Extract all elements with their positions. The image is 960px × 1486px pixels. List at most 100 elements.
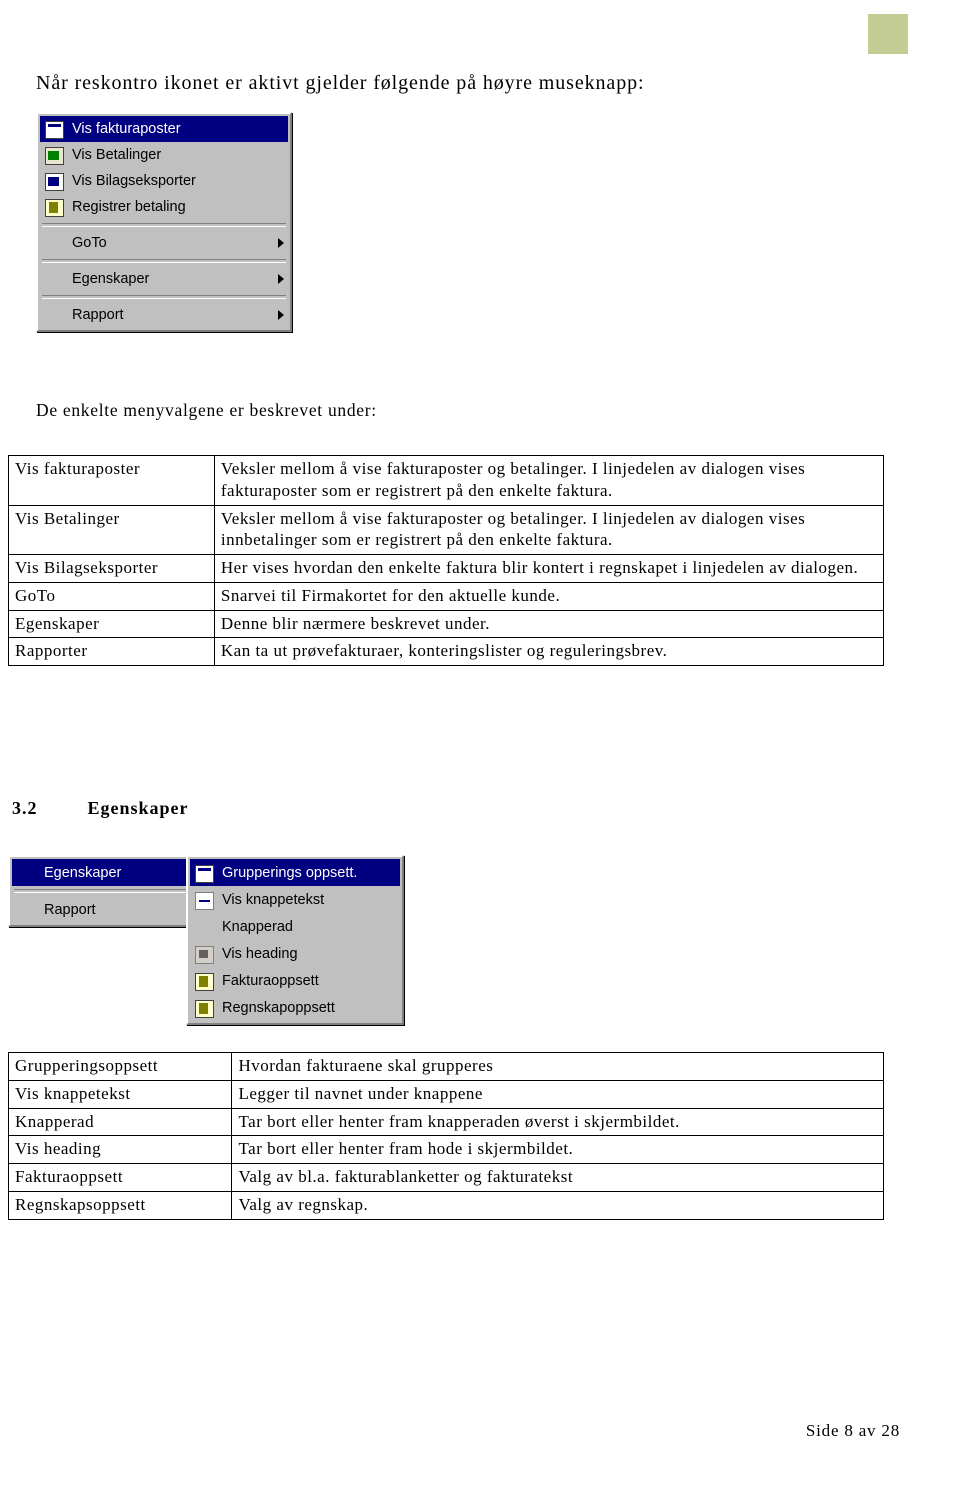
submenu-item-grupperings-oppsett[interactable]: Grupperings oppsett. [190,859,400,886]
section-heading: 3.2 Egenskaper [12,798,189,819]
menu-item-label: Rapport [44,901,96,918]
gear-icon [194,999,214,1018]
submenu-item-regnskapoppsett[interactable]: Regnskapoppsett [190,994,400,1021]
term-cell: Egenskaper [8,609,215,639]
description-cell: Veksler mellom å vise fakturaposter og b… [213,504,885,555]
menu-item-label: Vis knappetekst [222,891,325,908]
term-cell: Vis fakturaposter [8,455,215,506]
description-cell: Tar bort eller henter fram hode i skjerm… [231,1135,884,1164]
none-icon [194,918,214,936]
description-cell: Valg av bl.a. fakturablanketter og faktu… [231,1163,884,1192]
menu-separator [42,223,286,227]
menu-item-label: Vis Bilagseksporter [72,173,196,189]
description-cell: Valg av regnskap. [231,1190,884,1220]
menu-description-table: Vis fakturaposter Veksler mellom å vise … [8,455,885,666]
submenu-item-vis-heading[interactable]: Vis heading [190,940,400,967]
description-cell: Legger til navnet under knappene [231,1079,884,1109]
egenskaper-menu[interactable]: Egenskaper Rapport [8,855,202,927]
description-cell: Hvordan fakturaene skal grupperes [231,1052,884,1081]
table-row: Vis fakturaposter Veksler mellom å vise … [8,455,885,506]
description-cell: Kan ta ut prøvefakturaer, konteringslist… [213,637,885,666]
payment-green-icon [44,146,64,165]
description-cell: Denne blir nærmere beskrevet under. [213,609,885,639]
menu-item-label: Egenskaper [44,864,122,881]
table-row: Fakturaoppsett Valg av bl.a. fakturablan… [7,1163,884,1192]
table-row: Vis Betalinger Veksler mellom å vise fak… [8,504,885,555]
section-number: 3.2 [12,798,38,818]
menu-item-egenskaper[interactable]: Egenskaper [12,859,198,886]
gear-icon [194,972,214,991]
description-cell: Her vises hvordan den enkelte faktura bl… [213,554,885,583]
invoice-sheet-icon [44,120,64,139]
menu-item-rapport[interactable]: Rapport [12,896,198,923]
menu-separator [42,295,286,299]
page-footer: Side 8 av 28 [805,1421,900,1440]
chevron-right-icon [278,238,284,248]
table-row: Grupperingsoppsett Hvordan fakturaene sk… [7,1052,884,1081]
menu-item-label: Rapport [72,307,124,323]
term-cell: Vis heading [7,1135,233,1164]
term-cell: GoTo [8,581,215,611]
intro-paragraph: Når reskontro ikonet er aktivt gjelder f… [36,72,645,94]
menu-separator [14,889,196,893]
menu-item-label: Vis fakturaposter [72,121,181,137]
none-icon [16,864,36,882]
menu-item-goto[interactable]: GoTo [40,230,288,256]
menu-item-label: Vis Betalinger [72,147,162,163]
menu-item-registrer-betaling[interactable]: Registrer betaling [40,194,288,220]
chevron-right-icon [278,274,284,284]
menu-item-label: Knapperad [222,918,293,935]
term-cell: Vis knappetekst [7,1079,233,1109]
table-row: Vis heading Tar bort eller henter fram h… [7,1135,884,1164]
menu-item-label: Vis heading [222,945,298,962]
heading-icon [194,945,214,964]
term-cell: Vis Bilagseksporter [8,554,215,583]
menu-item-label: Fakturaoppsett [222,972,319,989]
term-cell: Grupperingsoppsett [7,1052,233,1081]
submenu-item-fakturaoppsett[interactable]: Fakturaoppsett [190,967,400,994]
table-row: Egenskaper Denne blir nærmere beskrevet … [8,609,885,639]
term-cell: Fakturaoppsett [7,1163,233,1192]
none-icon [16,901,36,919]
term-cell: Vis Betalinger [8,504,215,555]
subtitle-paragraph: De enkelte menyvalgene er beskrevet unde… [36,400,377,420]
egenskaper-submenu[interactable]: Grupperings oppsett. Vis knappetekst Kna… [186,855,404,1025]
context-menu[interactable]: Vis fakturaposter Vis Betalinger Vis Bil… [36,112,292,332]
term-cell: Regnskapsoppsett [7,1190,233,1220]
menu-item-label: Regnskapoppsett [222,999,335,1016]
egenskaper-description-table: Grupperingsoppsett Hvordan fakturaene sk… [7,1052,884,1220]
voucher-blue-icon [44,172,64,191]
none-icon [44,306,64,324]
submenu-item-knapperad[interactable]: Knapperad [190,913,400,940]
menu-item-egenskaper[interactable]: Egenskaper [40,266,288,292]
menu-item-label: GoTo [72,235,107,251]
menu-separator [42,259,286,263]
dash-icon [194,891,214,910]
register-money-icon [44,198,64,217]
table-row: Rapporter Kan ta ut prøvefakturaer, kont… [8,637,885,666]
none-icon [44,234,64,252]
term-cell: Rapporter [8,637,215,666]
none-icon [44,270,64,288]
menu-item-vis-fakturaposter[interactable]: Vis fakturaposter [40,116,288,142]
submenu-item-vis-knappetekst[interactable]: Vis knappetekst [190,886,400,913]
menu-item-label: Registrer betaling [72,199,186,215]
description-cell: Veksler mellom å vise fakturaposter og b… [213,455,885,506]
menu-item-vis-betalinger[interactable]: Vis Betalinger [40,142,288,168]
chevron-right-icon [278,310,284,320]
menu-item-label: Grupperings oppsett. [222,864,358,881]
section-title: Egenskaper [87,798,189,818]
menu-item-vis-bilagseksporter[interactable]: Vis Bilagseksporter [40,168,288,194]
menu-item-label: Egenskaper [72,271,150,287]
description-cell: Snarvei til Firmakortet for den aktuelle… [213,581,885,611]
table-row: GoTo Snarvei til Firmakortet for den akt… [8,581,885,611]
table-row: Vis Bilagseksporter Her vises hvordan de… [8,554,885,583]
table-row: Vis knappetekst Legger til navnet under … [7,1079,884,1109]
description-cell: Tar bort eller henter fram knapperaden ø… [231,1107,884,1137]
settings-sheet-icon [194,864,214,883]
decorative-corner-square [868,14,908,54]
table-row: Regnskapsoppsett Valg av regnskap. [7,1190,884,1220]
term-cell: Knapperad [7,1107,233,1137]
document-page: Når reskontro ikonet er aktivt gjelder f… [0,0,960,1486]
menu-item-rapport[interactable]: Rapport [40,302,288,328]
